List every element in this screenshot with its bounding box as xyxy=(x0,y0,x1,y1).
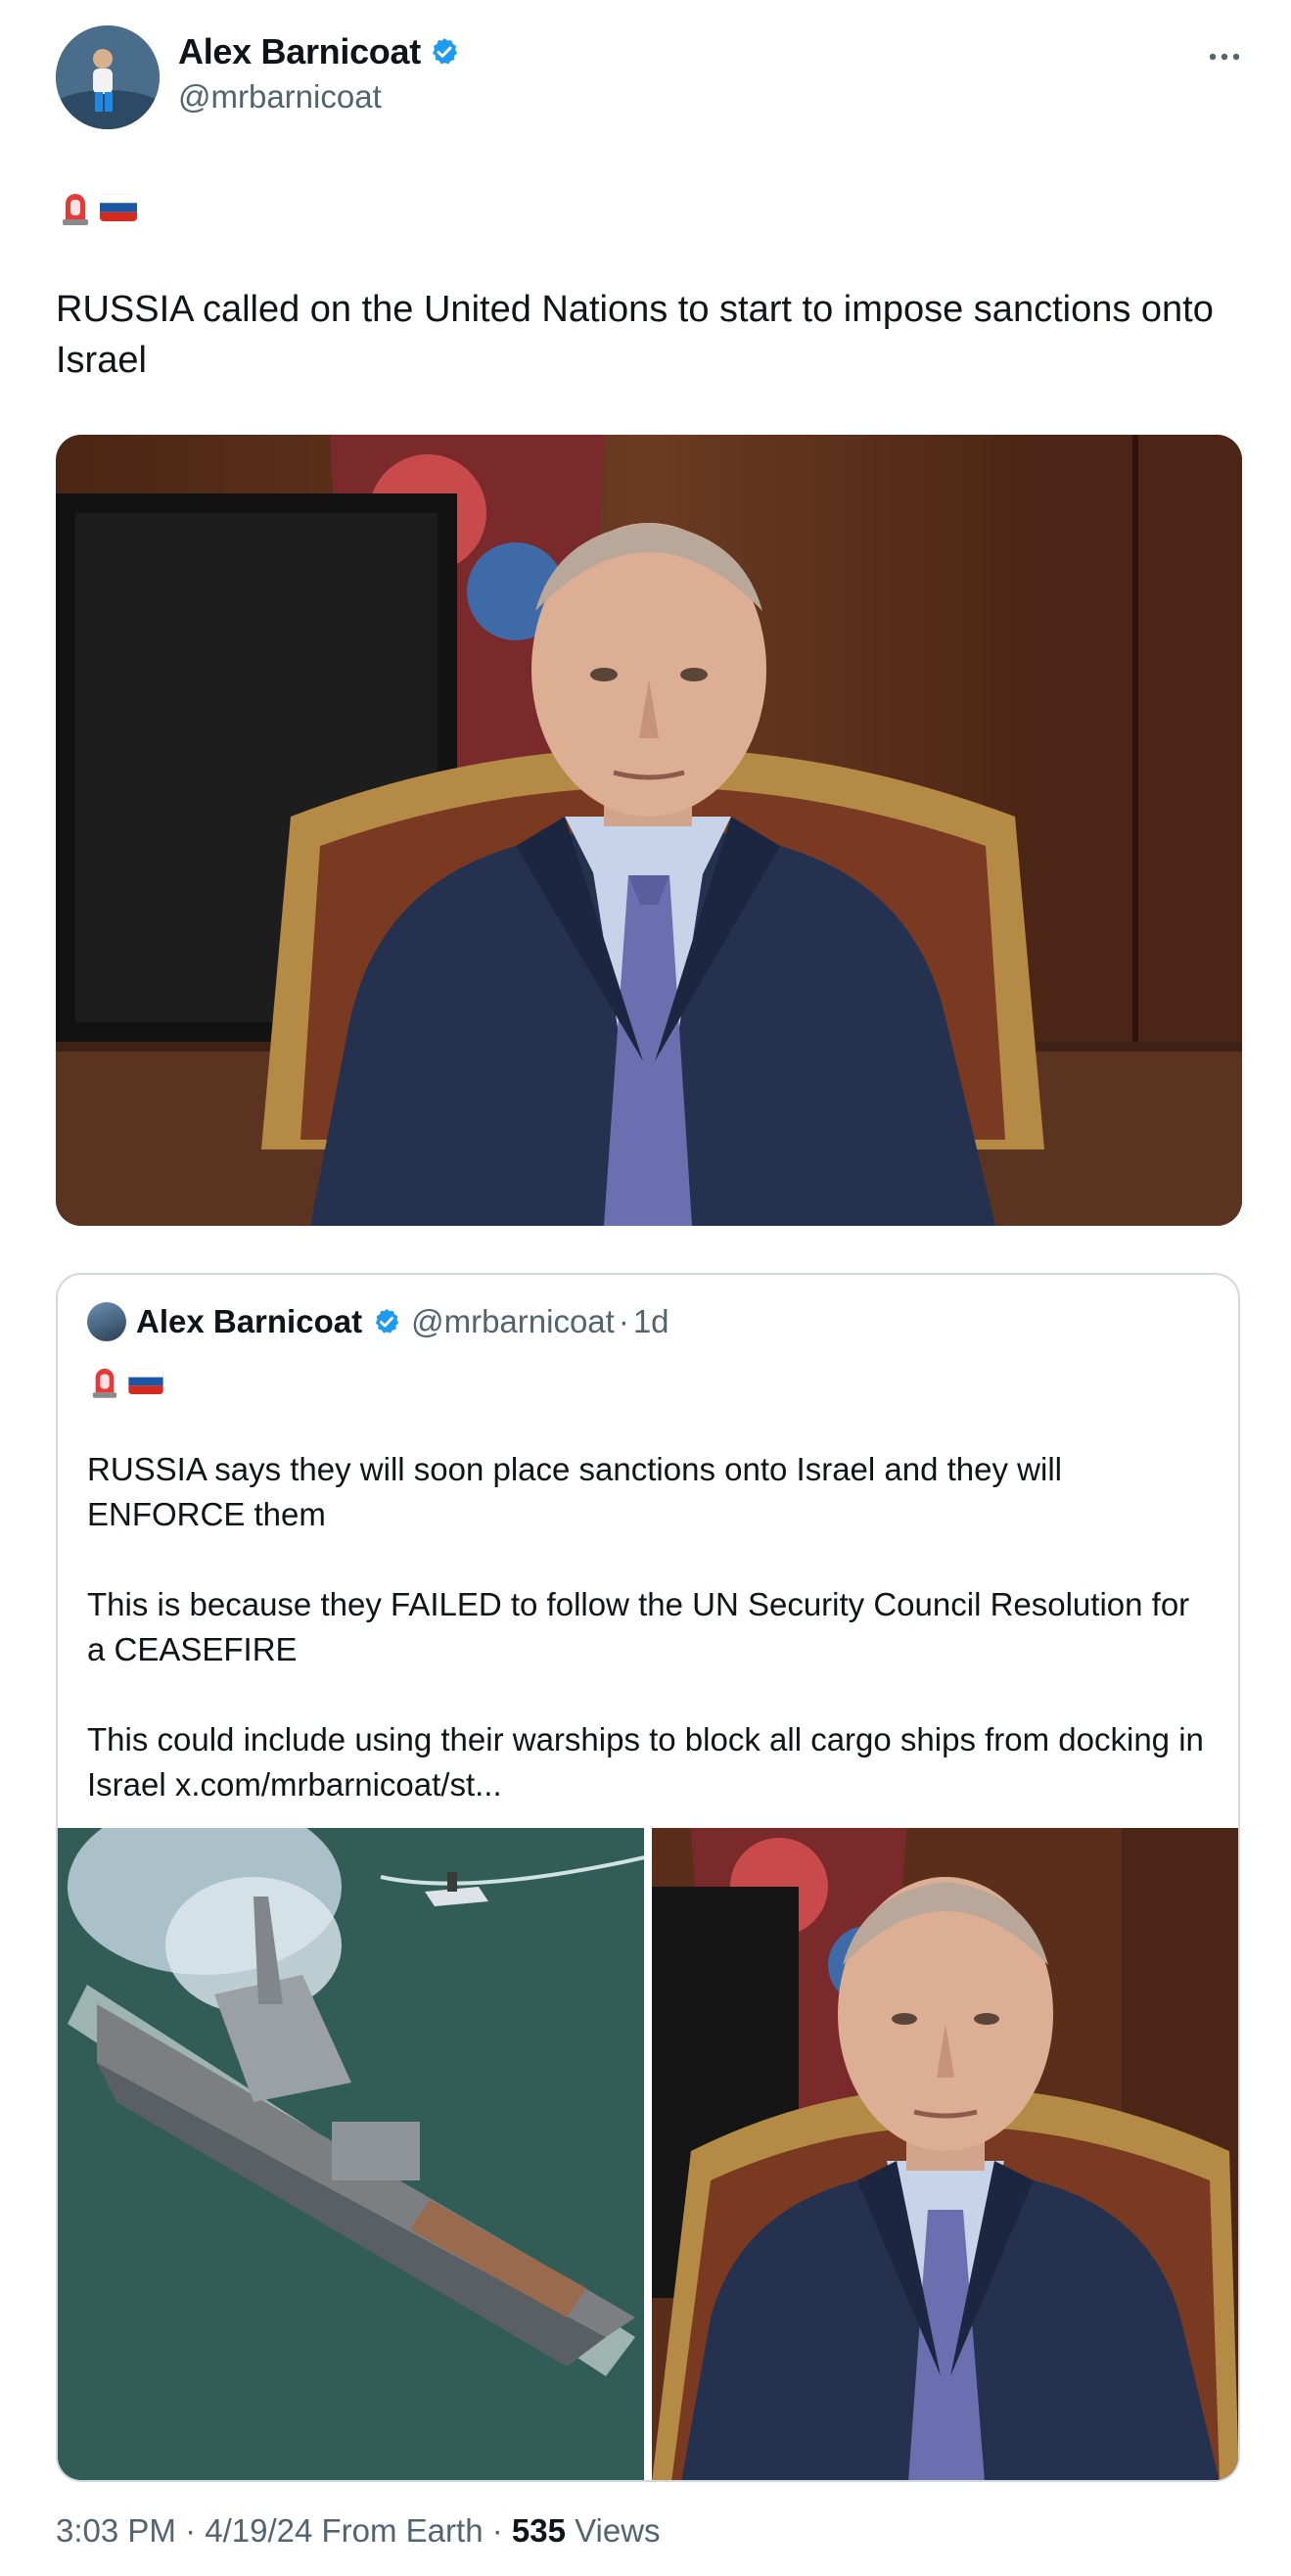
quoted-timestamp: 1d xyxy=(632,1303,669,1339)
quoted-emoji-row xyxy=(91,1365,163,1398)
author-name-row[interactable]: Alex Barnicoat xyxy=(178,31,460,72)
verified-badge-icon xyxy=(432,38,457,65)
more-options-button[interactable] xyxy=(1201,37,1248,76)
verified-badge-icon xyxy=(375,1308,399,1334)
author-name[interactable]: Alex Barnicoat xyxy=(178,31,421,72)
tweet-time[interactable]: 3:03 PM xyxy=(56,2512,176,2549)
siren-emoji-icon xyxy=(63,194,88,225)
quoted-photo-warship[interactable] xyxy=(58,1828,644,2480)
russia-flag-icon xyxy=(128,1369,163,1394)
tweet-text: RUSSIA called on the United Nations to s… xyxy=(56,289,1214,381)
author-handle[interactable]: @mrbarnicoat xyxy=(178,78,382,116)
quoted-tweet[interactable]: Alex Barnicoat @mrbarnicoat · 1d RUSSIA … xyxy=(56,1273,1240,2482)
siren-emoji-icon xyxy=(92,1368,117,1398)
views-label: Views xyxy=(565,2512,661,2549)
tweet-source: From Earth xyxy=(312,2512,484,2549)
author-avatar[interactable] xyxy=(56,25,160,129)
quoted-separator: · xyxy=(618,1303,629,1339)
russia-flag-icon xyxy=(100,194,137,221)
tweet-photo[interactable] xyxy=(56,435,1242,1226)
views-count: 535 xyxy=(511,2512,566,2549)
quoted-author-avatar xyxy=(87,1302,126,1341)
tweet-date[interactable]: 4/19/24 xyxy=(205,2512,312,2549)
quoted-author-name: Alex Barnicoat xyxy=(136,1303,363,1339)
tweet-emoji-row xyxy=(61,190,137,225)
more-dots-icon xyxy=(1209,53,1240,61)
tweet-meta: 3:03 PM · 4/19/24 From Earth · 535 Views xyxy=(56,2512,661,2550)
quoted-tweet-header: Alex Barnicoat @mrbarnicoat · 1d xyxy=(87,1302,669,1341)
quoted-tweet-text: RUSSIA says they will soon place sanctio… xyxy=(87,1451,1204,1803)
quoted-media-grid xyxy=(58,1828,1238,2480)
quoted-author-handle: @mrbarnicoat xyxy=(411,1303,615,1339)
meta-separator: · xyxy=(483,2512,512,2549)
quoted-photo-portrait[interactable] xyxy=(652,1828,1238,2480)
meta-separator: · xyxy=(175,2512,206,2549)
